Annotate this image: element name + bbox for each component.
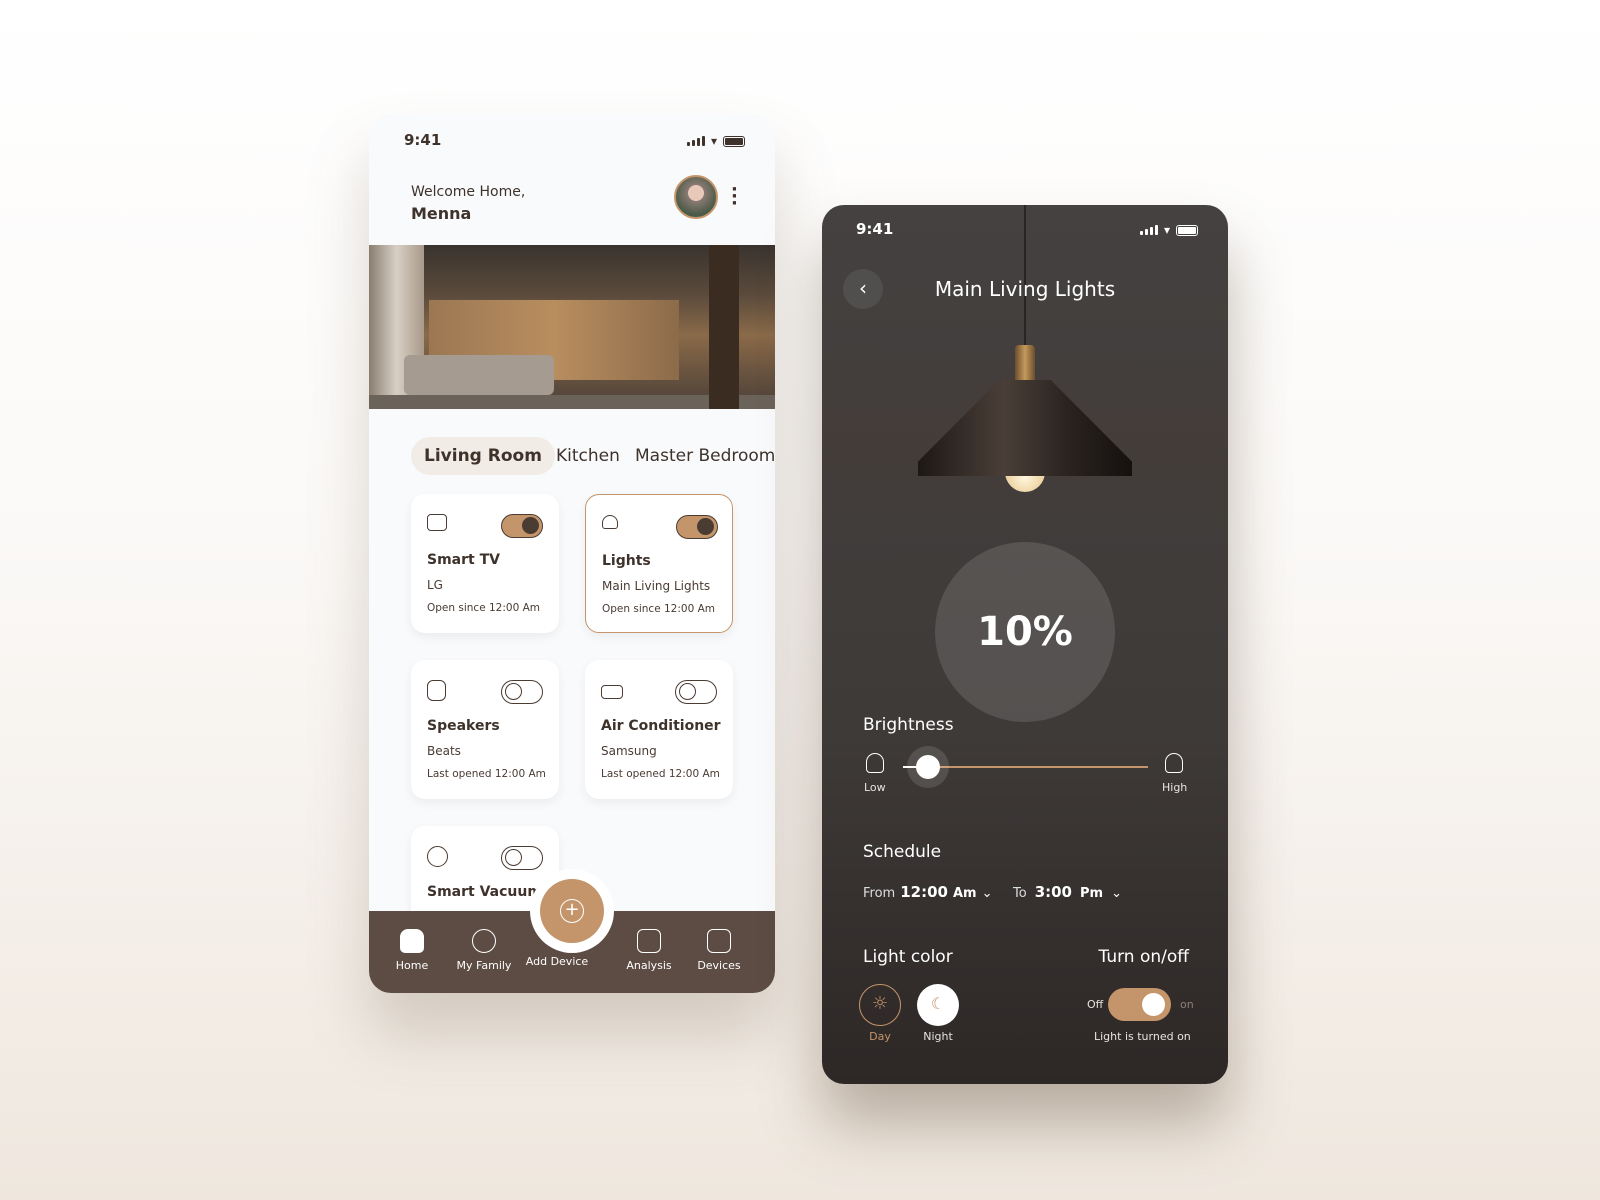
- avatar[interactable]: [674, 175, 718, 219]
- family-icon: [472, 929, 496, 953]
- schedule-label: Schedule: [863, 842, 942, 862]
- device-name: Smart TV: [427, 552, 500, 568]
- lights-toggle[interactable]: [676, 515, 718, 539]
- home-icon: [400, 929, 424, 953]
- wifi-icon: ▾: [710, 134, 717, 148]
- analysis-icon: [637, 929, 661, 953]
- status-time: 9:41: [404, 131, 442, 149]
- signal-icon: [1139, 225, 1158, 235]
- on-label: on: [1180, 998, 1194, 1011]
- speakers-toggle[interactable]: [501, 680, 543, 704]
- signal-icon: [686, 136, 705, 146]
- power-status: Light is turned on: [1094, 1030, 1191, 1043]
- brightness-slider-handle[interactable]: [906, 746, 949, 788]
- plus-icon: +: [560, 899, 584, 923]
- off-label: Off: [1087, 998, 1104, 1011]
- schedule-to-select[interactable]: To 3:00 Pm ⌄: [1013, 883, 1122, 901]
- nav-label: My Family: [456, 959, 512, 972]
- device-status: Open since 12:00 Am: [427, 602, 541, 614]
- nav-label: Analysis: [626, 959, 672, 972]
- day-label: Day: [869, 1030, 891, 1043]
- power-toggle[interactable]: [1108, 988, 1171, 1021]
- device-card-speakers[interactable]: Speakers Beats Last opened 12:00 Am: [411, 660, 559, 799]
- smart-tv-toggle[interactable]: [501, 514, 543, 538]
- device-brand: Samsung: [601, 744, 657, 758]
- moon-icon: ☾: [930, 994, 946, 1013]
- nav-label: Add Device: [525, 955, 589, 968]
- welcome-text: Welcome Home,: [411, 184, 526, 200]
- nav-devices[interactable]: Devices: [684, 929, 754, 972]
- from-label: From: [863, 886, 896, 901]
- high-label: High: [1162, 781, 1188, 794]
- tab-living-room[interactable]: Living Room: [411, 437, 555, 475]
- tv-icon: [427, 514, 447, 531]
- nav-label: Home: [395, 959, 429, 972]
- nav-my-family[interactable]: My Family: [449, 929, 519, 972]
- device-card-smart-tv[interactable]: Smart TV LG Open since 12:00 Am: [411, 494, 559, 633]
- wifi-icon: ▾: [1163, 223, 1170, 237]
- device-status: Last opened 12:00 Am: [427, 768, 546, 780]
- add-device-button[interactable]: +: [540, 879, 604, 943]
- brightness-slider-track[interactable]: [903, 746, 1148, 788]
- devices-icon: [707, 929, 731, 953]
- tab-kitchen[interactable]: Kitchen: [556, 437, 620, 475]
- sun-icon: ☼: [871, 993, 889, 1014]
- bulb-high-icon: [1165, 753, 1183, 773]
- tab-master-bedroom[interactable]: Master Bedroom: [635, 437, 775, 475]
- ac-icon: [601, 685, 623, 699]
- low-label: Low: [864, 781, 886, 794]
- device-name: Smart Vacuum: [427, 884, 542, 900]
- night-label: Night: [923, 1030, 953, 1043]
- device-name: Air Conditioner: [601, 718, 721, 734]
- nav-home[interactable]: Home: [377, 929, 447, 972]
- air-conditioner-toggle[interactable]: [675, 680, 717, 704]
- brightness-label: Brightness: [863, 715, 954, 735]
- lamp-socket: [1015, 345, 1035, 385]
- speaker-icon: [427, 680, 446, 701]
- light-color-label: Light color: [863, 947, 953, 967]
- to-period: Pm: [1080, 886, 1104, 901]
- to-time: 3:00: [1034, 883, 1072, 901]
- room-photo: [369, 245, 775, 409]
- battery-icon: [723, 135, 745, 147]
- vacuum-icon: [427, 846, 448, 867]
- device-brand: Main Living Lights: [602, 579, 711, 593]
- device-card-lights[interactable]: Lights Main Living Lights Open since 12:…: [585, 494, 733, 633]
- turn-on-off-label: Turn on/off: [1098, 947, 1189, 967]
- chevron-down-icon: ⌄: [1111, 886, 1122, 901]
- brightness-readout: 10%: [935, 542, 1115, 722]
- home-screen: 9:41 ▾ Welcome Home, Menna · · · Living Ro…: [369, 114, 775, 993]
- light-detail-screen: 9:41 ▾ ‹ Main Living Lights 10% Brightne…: [822, 205, 1228, 1084]
- nav-analysis[interactable]: Analysis: [614, 929, 684, 972]
- schedule-from-select[interactable]: From 12:00 Am ⌄: [863, 883, 992, 901]
- bulb-low-icon: [866, 753, 884, 773]
- device-card-air-conditioner[interactable]: Air Conditioner Samsung Last opened 12:0…: [585, 660, 733, 799]
- device-name: Speakers: [427, 718, 500, 734]
- nav-add-device[interactable]: Add Device: [522, 955, 592, 968]
- from-period: Am: [952, 886, 977, 901]
- to-label: To: [1013, 886, 1027, 901]
- nav-label: Devices: [697, 959, 741, 972]
- chevron-down-icon: ⌄: [981, 886, 993, 901]
- page-title: Main Living Lights: [934, 277, 1116, 301]
- status-time: 9:41: [856, 220, 894, 238]
- device-status: Last opened 12:00 Am: [601, 768, 720, 780]
- status-icons: ▾: [1139, 223, 1198, 237]
- device-brand: Beats: [427, 744, 461, 758]
- lamp-icon: [602, 515, 618, 529]
- device-brand: LG: [427, 578, 443, 592]
- status-icons: ▾: [686, 134, 745, 148]
- smart-vacuum-toggle[interactable]: [501, 846, 543, 870]
- device-status: Open since 12:00 Am: [602, 603, 716, 615]
- day-button[interactable]: ☼: [859, 984, 901, 1026]
- battery-icon: [1176, 224, 1198, 236]
- from-time: 12:00: [900, 883, 948, 901]
- night-button[interactable]: ☾: [917, 984, 959, 1026]
- device-name: Lights: [602, 553, 651, 569]
- user-name: Menna: [411, 204, 472, 223]
- more-menu-icon[interactable]: · · ·: [731, 181, 738, 213]
